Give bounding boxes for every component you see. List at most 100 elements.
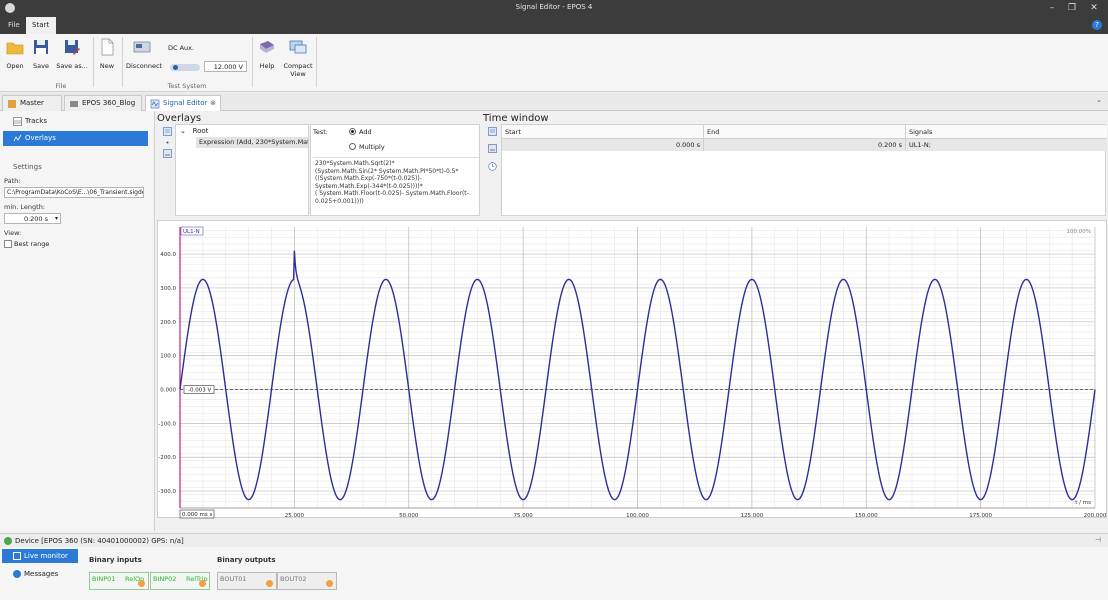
- status-led-icon: [326, 580, 333, 587]
- tab-master-data[interactable]: Master data: [2, 95, 62, 122]
- path-label: Path:: [4, 177, 21, 185]
- save-as-button[interactable]: Save as...: [56, 38, 88, 70]
- time-window-heading: Time window: [483, 113, 549, 124]
- y-tick-label: -100.0: [158, 421, 176, 427]
- folder-icon: [6, 42, 24, 55]
- overlays-heading: Overlays: [157, 113, 202, 124]
- messages-button[interactable]: Messages: [2, 567, 78, 581]
- info-icon: [13, 570, 21, 578]
- chevron-down-icon[interactable]: ⌄: [1096, 96, 1102, 104]
- remove-window-icon[interactable]: [488, 144, 497, 153]
- live-monitor-button[interactable]: Live monitor: [2, 549, 78, 563]
- ribbon-separator: [93, 37, 94, 87]
- y-tick-label: 0.000: [160, 388, 176, 394]
- tree-expression-node[interactable]: Expression (Add, 230*System.Math....: [196, 137, 308, 148]
- overlays-toolbar: [160, 124, 174, 216]
- help-book-icon: [260, 41, 274, 53]
- binary-output-bout02[interactable]: BOUT02: [277, 572, 337, 590]
- restore-icon[interactable]: ❐: [1066, 2, 1078, 14]
- open-button[interactable]: Open: [4, 38, 26, 70]
- add-overlay-icon[interactable]: [163, 127, 172, 136]
- x-tick-label: 75.000: [514, 513, 534, 519]
- x-tick-label: 200.000: [1084, 513, 1107, 519]
- path-input[interactable]: C:\ProgramData\KoCoS\E...\06_Transient.s…: [4, 187, 144, 198]
- row-start-cell[interactable]: 0.000 s: [502, 139, 704, 151]
- remove-overlay-icon[interactable]: [163, 149, 172, 158]
- add-window-icon[interactable]: [488, 127, 497, 136]
- help-button[interactable]: Help: [256, 38, 278, 70]
- title-bar: Signal Editor - EPOS 4 – ❐ ✕: [0, 0, 1108, 17]
- help-circle-icon[interactable]: ?: [1092, 20, 1102, 30]
- col-signals-header[interactable]: Signals: [906, 125, 1107, 139]
- sidebar: Tracks Overlays Settings Path: C:\Progra…: [0, 111, 155, 531]
- status-led-icon: [199, 580, 206, 587]
- binary-input-binp02[interactable]: BINP02 RelTrip: [150, 572, 210, 590]
- tab-epos360-blog[interactable]: EPOS 360_Blog: [64, 95, 142, 111]
- clock-icon[interactable]: [488, 162, 497, 171]
- y-tick-label: -300.0: [158, 489, 176, 495]
- disconnect-button[interactable]: Disconnect: [126, 38, 162, 70]
- chart-svg[interactable]: 400.0 300.0 200.0 100.0 0.000 -100.0 -200.0 -30…: [158, 221, 1108, 519]
- menu-file[interactable]: File: [2, 17, 26, 34]
- time-window-toolbar: [485, 124, 499, 216]
- pin-icon[interactable]: ⊣: [1095, 536, 1101, 544]
- col-start-header[interactable]: Start: [502, 125, 704, 139]
- binary-input-binp01[interactable]: BINP01 RelOn: [89, 572, 149, 590]
- sidebar-item-overlays[interactable]: Overlays: [3, 131, 148, 146]
- min-length-select[interactable]: 0.200 s ▾: [4, 213, 61, 224]
- status-led-icon: [266, 580, 273, 587]
- x-tick-label: 25.000: [285, 513, 305, 519]
- minimize-icon[interactable]: –: [1046, 2, 1058, 14]
- floppy-icon: [34, 40, 48, 54]
- zoom-label: 100.00%: [1067, 229, 1091, 235]
- x-tick-label: 100.000: [626, 513, 649, 519]
- compact-view-button[interactable]: Compact View: [283, 38, 313, 78]
- sidebar-item-tracks[interactable]: Tracks: [3, 114, 148, 129]
- tree-root[interactable]: ⌄ Root: [180, 127, 208, 135]
- save-button[interactable]: Save: [30, 38, 52, 70]
- x-tick-label: 50.000: [399, 513, 419, 519]
- tab-signal-editor[interactable]: Signal Editor ⊗: [145, 95, 221, 111]
- settings-heading: Settings: [13, 163, 42, 171]
- dot-icon[interactable]: [163, 138, 172, 147]
- expression-textarea[interactable]: 230*System.Math.Sqrt(2)* (System.Math.Si…: [313, 157, 479, 215]
- best-range-checkbox[interactable]: [4, 240, 12, 248]
- chevron-down-icon: ⌄: [180, 127, 186, 135]
- min-length-label: min. Length:: [4, 203, 45, 211]
- new-button[interactable]: New: [97, 38, 117, 70]
- binary-output-bout01[interactable]: BOUT01: [217, 572, 277, 590]
- signal-chart[interactable]: 400.0 300.0 200.0 100.0 0.000 -100.0 -200.0 -30…: [157, 220, 1108, 519]
- tracks-icon: [13, 117, 22, 126]
- device-status-icon: [4, 537, 12, 545]
- device-icon: [133, 41, 151, 53]
- document-tabs: Master data EPOS 360_Blog Signal Editor …: [0, 93, 1108, 122]
- multiply-radio[interactable]: [349, 143, 356, 150]
- col-end-header[interactable]: End: [704, 125, 906, 139]
- y-tick-label: 400.0: [160, 252, 176, 258]
- status-led-icon: [138, 580, 145, 587]
- dc-aux-toggle[interactable]: [170, 64, 200, 71]
- monitor-icon: [13, 552, 21, 560]
- y-tick-label: 200.0: [160, 320, 176, 326]
- close-icon[interactable]: ✕: [1088, 2, 1100, 14]
- dc-aux-value-input[interactable]: 12.000 V: [204, 61, 247, 72]
- add-radio[interactable]: [349, 128, 356, 135]
- row-signals-cell[interactable]: UL1-N;: [906, 139, 1107, 151]
- cursor-y-label: -0.003 V: [188, 388, 211, 394]
- overlay-tree: ⌄ Root Expression (Add, 230*System.Math.…: [175, 124, 309, 216]
- overlays-icon: [13, 134, 22, 142]
- test-label: Test:: [313, 128, 328, 136]
- device-tab-icon: [70, 101, 78, 107]
- ribbon-separator: [122, 37, 123, 87]
- row-end-cell[interactable]: 0.200 s: [704, 139, 906, 151]
- view-label: View:: [4, 229, 22, 237]
- x-tick-label: 175.000: [969, 513, 992, 519]
- multiply-radio-label: Multiply: [359, 143, 385, 151]
- menu-start[interactable]: Start: [26, 17, 56, 34]
- close-tab-icon[interactable]: ⊗: [210, 96, 216, 111]
- y-tick-label: -200.0: [158, 455, 176, 461]
- master-data-icon: [8, 100, 16, 108]
- compact-view-icon: [289, 40, 307, 54]
- file-group-label: File: [55, 82, 67, 90]
- expression-panel: Test: Add Multiply 230*System.Math.Sqrt(…: [310, 124, 480, 216]
